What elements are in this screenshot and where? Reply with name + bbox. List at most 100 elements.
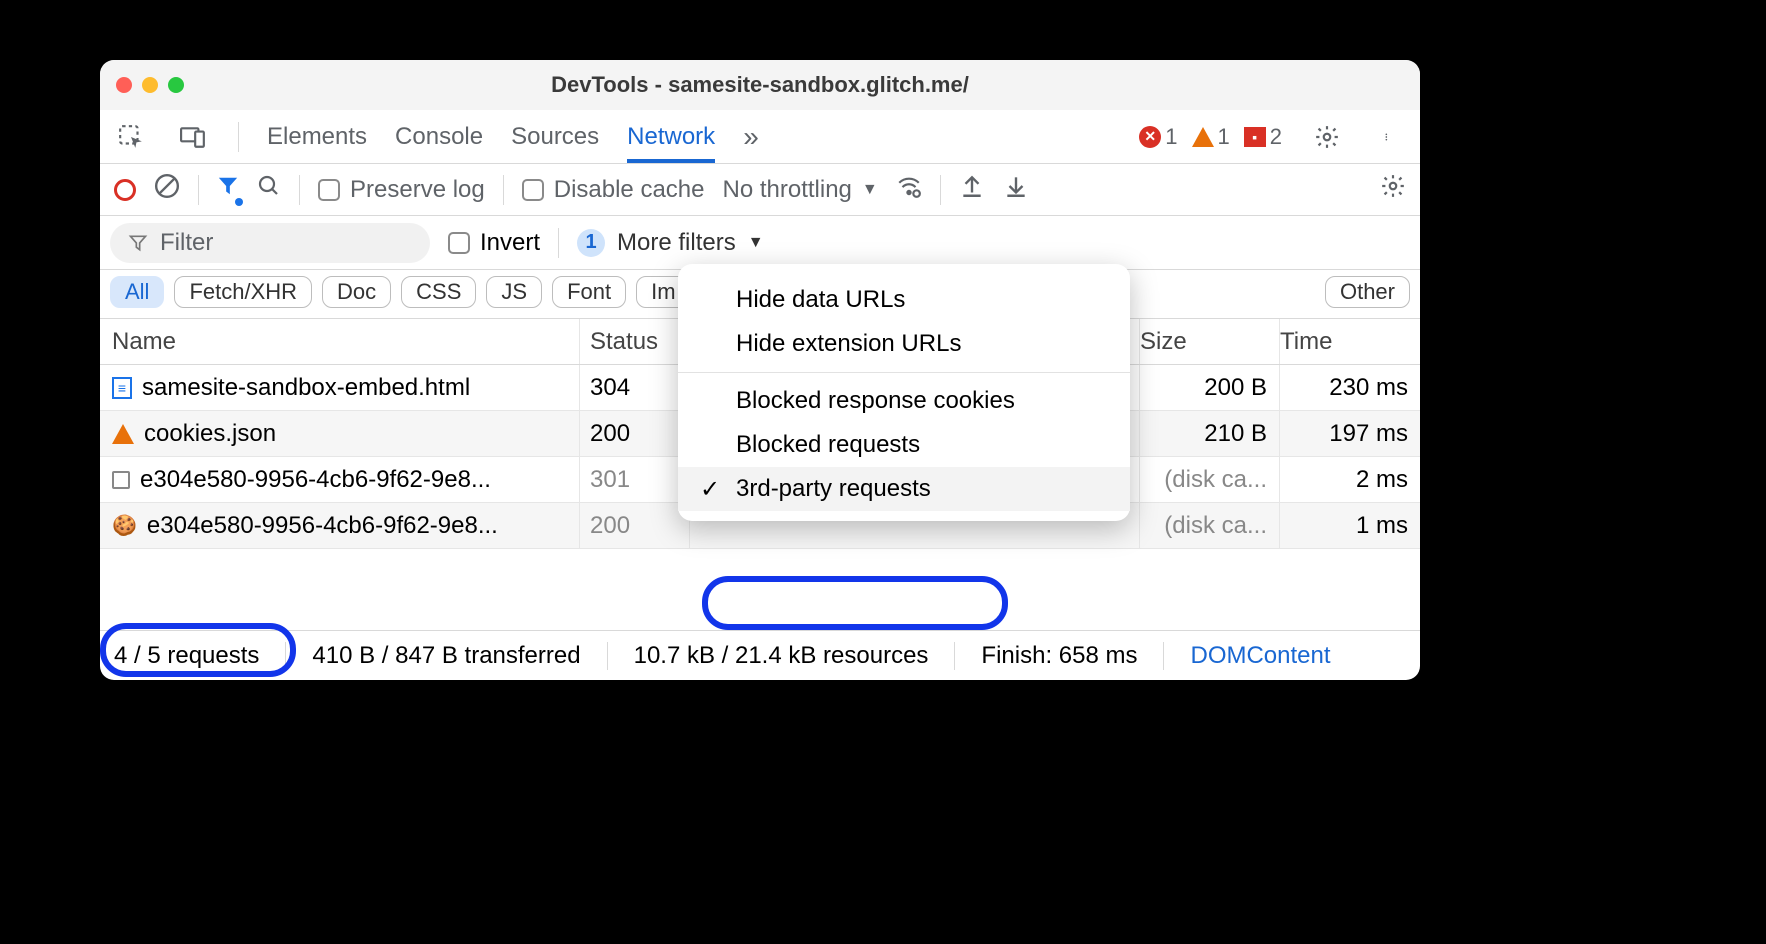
separator	[299, 175, 300, 205]
devtools-window: DevTools - samesite-sandbox.glitch.me/ E…	[100, 60, 1420, 680]
more-filters-dropdown[interactable]: 1 More filters ▼	[577, 229, 764, 257]
request-time: 2 ms	[1280, 457, 1420, 502]
more-menu-icon[interactable]	[1372, 120, 1406, 154]
dropdown-arrow-icon: ▼	[862, 181, 878, 199]
check-icon: ✓	[700, 475, 722, 504]
invert-checkbox[interactable]: Invert	[448, 229, 540, 257]
menu-label: 3rd-party requests	[736, 475, 931, 503]
window-title: DevTools - samesite-sandbox.glitch.me/	[100, 72, 1420, 98]
warning-count[interactable]: 1	[1192, 124, 1230, 150]
chip-fetch-xhr[interactable]: Fetch/XHR	[174, 276, 312, 308]
error-count[interactable]: ✕ 1	[1139, 124, 1177, 150]
menu-blocked-requests[interactable]: Blocked requests	[678, 423, 1130, 467]
issue-count-value: 2	[1270, 124, 1282, 150]
filter-input[interactable]: Filter	[110, 223, 430, 263]
disable-cache-checkbox[interactable]: Disable cache	[522, 176, 705, 204]
col-header-status[interactable]: Status	[580, 319, 690, 364]
issue-count[interactable]: ▪ 2	[1244, 124, 1282, 150]
status-bar: 4 / 5 requests 410 B / 847 B transferred…	[100, 630, 1420, 680]
more-filters-label: More filters	[617, 229, 736, 257]
chip-font[interactable]: Font	[552, 276, 626, 308]
download-har-icon[interactable]	[1003, 173, 1029, 206]
clear-button[interactable]	[154, 173, 180, 206]
menu-hide-data-urls[interactable]: Hide data URLs	[678, 278, 1130, 322]
close-window-button[interactable]	[116, 77, 132, 93]
warning-icon	[1192, 127, 1214, 147]
chip-css[interactable]: CSS	[401, 276, 476, 308]
checkbox-icon	[318, 179, 340, 201]
col-header-time[interactable]: Time	[1280, 319, 1420, 364]
device-toolbar-icon[interactable]	[176, 120, 210, 154]
filter-active-dot	[235, 198, 243, 206]
resource-icon	[112, 471, 130, 489]
menu-separator	[678, 372, 1130, 373]
checkbox-icon	[448, 232, 470, 254]
upload-har-icon[interactable]	[959, 173, 985, 206]
request-size: 200 B	[1140, 365, 1280, 410]
filter-placeholder: Filter	[160, 229, 213, 257]
menu-3rd-party-requests[interactable]: ✓ 3rd-party requests	[678, 467, 1130, 511]
preserve-log-checkbox[interactable]: Preserve log	[318, 176, 485, 204]
network-settings-icon[interactable]	[1380, 173, 1406, 206]
request-name: samesite-sandbox-embed.html	[142, 374, 470, 402]
tab-elements[interactable]: Elements	[267, 110, 367, 163]
minimize-window-button[interactable]	[142, 77, 158, 93]
issue-counts: ✕ 1 1 ▪ 2	[1139, 124, 1282, 150]
tab-sources[interactable]: Sources	[511, 110, 599, 163]
chip-other[interactable]: Other	[1325, 276, 1410, 308]
network-conditions-icon[interactable]	[896, 173, 922, 206]
request-status: 200	[580, 503, 690, 548]
error-count-value: 1	[1165, 124, 1177, 150]
request-status: 200	[580, 411, 690, 456]
separator	[285, 642, 286, 670]
separator	[558, 228, 559, 258]
chip-js[interactable]: JS	[486, 276, 542, 308]
separator	[607, 642, 608, 670]
col-header-name[interactable]: Name	[100, 319, 580, 364]
request-name: e304e580-9956-4cb6-9f62-9e8...	[147, 512, 498, 540]
preserve-log-label: Preserve log	[350, 176, 485, 204]
col-header-size[interactable]: Size	[1140, 319, 1280, 364]
request-size: (disk ca...	[1140, 503, 1280, 548]
separator	[503, 175, 504, 205]
request-time: 1 ms	[1280, 503, 1420, 548]
warning-count-value: 1	[1218, 124, 1230, 150]
issue-icon: ▪	[1244, 127, 1266, 147]
menu-label: Hide extension URLs	[736, 330, 961, 358]
invert-label: Invert	[480, 229, 540, 257]
menu-label: Blocked requests	[736, 431, 920, 459]
chip-all[interactable]: All	[110, 276, 164, 308]
filter-toggle-icon[interactable]	[217, 175, 239, 204]
window-controls	[116, 77, 184, 93]
status-transferred: 410 B / 847 B transferred	[312, 642, 580, 670]
settings-icon[interactable]	[1310, 120, 1344, 154]
maximize-window-button[interactable]	[168, 77, 184, 93]
request-name: e304e580-9956-4cb6-9f62-9e8...	[140, 466, 491, 494]
separator	[954, 642, 955, 670]
panel-tabs: Elements Console Sources Network » ✕ 1 1…	[100, 110, 1420, 164]
record-button[interactable]	[114, 179, 136, 201]
tab-console[interactable]: Console	[395, 110, 483, 163]
separator	[940, 175, 941, 205]
menu-hide-extension-urls[interactable]: Hide extension URLs	[678, 322, 1130, 366]
status-requests: 4 / 5 requests	[114, 642, 259, 670]
request-time: 197 ms	[1280, 411, 1420, 456]
throttling-select[interactable]: No throttling ▼	[722, 176, 877, 204]
more-filters-count: 1	[577, 229, 605, 257]
document-icon: ≡	[112, 377, 132, 399]
status-domcontent: DOMContent	[1190, 642, 1330, 670]
dropdown-arrow-icon: ▼	[748, 234, 764, 252]
request-size: (disk ca...	[1140, 457, 1280, 502]
request-status: 301	[580, 457, 690, 502]
more-tabs-icon[interactable]: »	[743, 121, 759, 153]
separator	[198, 175, 199, 205]
inspect-element-icon[interactable]	[114, 120, 148, 154]
filter-bar: Filter Invert 1 More filters ▼	[100, 216, 1420, 270]
throttling-value: No throttling	[722, 176, 851, 204]
menu-blocked-response-cookies[interactable]: Blocked response cookies	[678, 379, 1130, 423]
more-filters-menu: Hide data URLs Hide extension URLs Block…	[678, 264, 1130, 521]
search-icon[interactable]	[257, 174, 281, 205]
chip-doc[interactable]: Doc	[322, 276, 391, 308]
tab-network[interactable]: Network	[627, 110, 715, 163]
status-resources: 10.7 kB / 21.4 kB resources	[634, 642, 929, 670]
